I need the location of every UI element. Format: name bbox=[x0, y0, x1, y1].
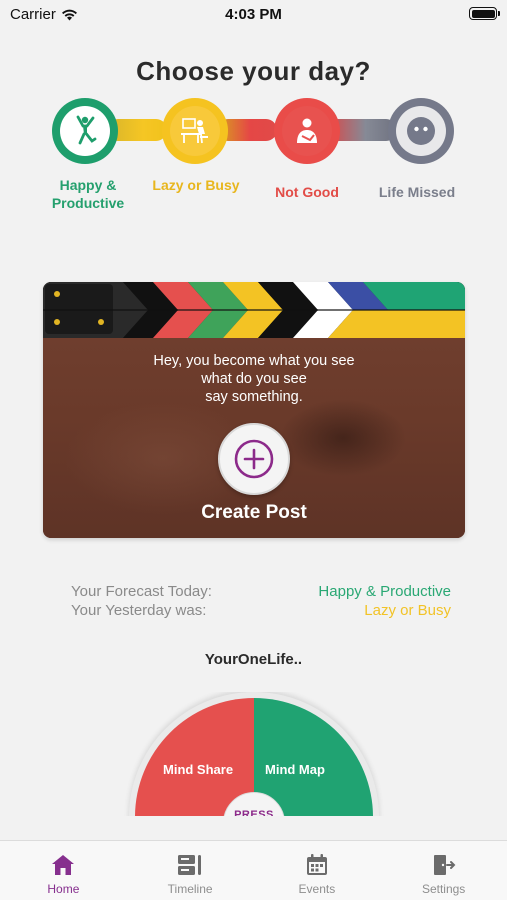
person-at-desk-icon bbox=[181, 118, 208, 144]
forecast-today-label: Your Forecast Today: bbox=[71, 583, 212, 600]
mood-label-not-good[interactable]: Not Good bbox=[252, 183, 362, 201]
card-message-line: say something. bbox=[205, 389, 303, 405]
blank-face-icon bbox=[407, 117, 435, 145]
exit-door-icon bbox=[431, 853, 457, 877]
calendar-icon bbox=[304, 853, 330, 877]
tab-bar: Home Timeline Events Settings bbox=[0, 840, 507, 900]
tab-timeline[interactable]: Timeline bbox=[127, 841, 254, 900]
plus-circle-icon bbox=[234, 439, 274, 479]
forecast-yesterday-row: Your Yesterday was: Lazy or Busy bbox=[71, 601, 451, 620]
status-time: 4:03 PM bbox=[225, 6, 282, 23]
tab-home[interactable]: Home bbox=[0, 841, 127, 900]
mood-selector bbox=[52, 98, 456, 164]
tab-label: Events bbox=[298, 882, 336, 896]
tab-label: Settings bbox=[421, 882, 466, 896]
tab-events[interactable]: Events bbox=[254, 841, 381, 900]
create-post-button[interactable] bbox=[218, 423, 290, 495]
tab-settings[interactable]: Settings bbox=[380, 841, 507, 900]
forecast-today-value: Happy & Productive bbox=[318, 583, 451, 600]
status-bar: Carrier 4:03 PM bbox=[0, 0, 507, 30]
forecast-yesterday-label: Your Yesterday was: bbox=[71, 602, 207, 619]
card-message-line: Hey, you become what you see bbox=[153, 353, 355, 369]
tab-label: Timeline bbox=[167, 882, 213, 896]
mood-missed-button[interactable] bbox=[388, 98, 454, 164]
mood-not-good-button[interactable] bbox=[274, 98, 340, 164]
create-post-card[interactable]: Hey, you become what you see what do you… bbox=[43, 282, 465, 538]
card-message: Hey, you become what you see what do you… bbox=[43, 352, 465, 406]
mind-share-label[interactable]: Mind Share bbox=[163, 762, 233, 777]
page-title: Choose your day? bbox=[136, 56, 371, 86]
timeline-icon bbox=[177, 853, 203, 877]
sick-person-icon bbox=[297, 118, 317, 143]
mind-map-label[interactable]: Mind Map bbox=[265, 762, 325, 777]
forecast-yesterday-value: Lazy or Busy bbox=[364, 602, 451, 619]
forecast-today-row: Your Forecast Today: Happy & Productive bbox=[71, 582, 451, 601]
mood-label-happy[interactable]: Happy & Productive bbox=[33, 176, 143, 212]
jumping-person-icon bbox=[76, 115, 97, 145]
tab-label: Home bbox=[47, 882, 80, 896]
mood-label-lazy[interactable]: Lazy or Busy bbox=[141, 176, 251, 194]
clapperboard-stripes bbox=[43, 282, 465, 338]
section-title: YourOneLife.. bbox=[204, 651, 303, 668]
mood-lazy-button[interactable] bbox=[162, 98, 228, 164]
forecast-summary: Your Forecast Today: Happy & Productive … bbox=[71, 582, 451, 620]
wheel-base: Mind Share Mind Map PRESS bbox=[129, 692, 379, 816]
card-message-line: what do you see bbox=[201, 371, 307, 387]
mood-happy-button[interactable] bbox=[52, 98, 118, 164]
mind-wheel: Mind Share Mind Map PRESS bbox=[0, 692, 507, 816]
mood-label-missed[interactable]: Life Missed bbox=[362, 183, 472, 201]
battery-icon bbox=[469, 7, 500, 20]
create-post-label[interactable]: Create Post bbox=[43, 502, 465, 524]
home-icon bbox=[50, 853, 76, 877]
